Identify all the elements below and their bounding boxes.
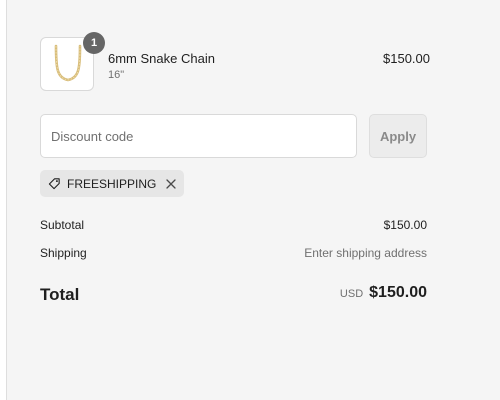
cart-line-item: 1 6mm Snake Chain 16" $150.00 xyxy=(40,32,430,93)
gold-chain-necklace-icon xyxy=(54,44,82,82)
product-thumbnail: 1 xyxy=(40,32,105,91)
order-summary-panel: 1 6mm Snake Chain 16" $150.00 Apply FREE… xyxy=(6,0,500,400)
discount-code-input[interactable] xyxy=(40,114,357,158)
price-tag-icon xyxy=(48,178,60,190)
shipping-value: Enter shipping address xyxy=(304,246,427,260)
subtotal-label: Subtotal xyxy=(40,218,85,232)
remove-discount-button[interactable] xyxy=(166,178,177,189)
close-icon xyxy=(166,178,177,189)
apply-discount-button[interactable]: Apply xyxy=(369,114,427,158)
total-price: USD $150.00 xyxy=(340,284,427,302)
quantity-badge: 1 xyxy=(83,32,105,54)
total-amount: $150.00 xyxy=(369,284,427,301)
product-variant: 16" xyxy=(108,69,125,81)
currency-code: USD xyxy=(339,288,364,300)
applied-discount-tag: FREESHIPPING xyxy=(40,170,185,197)
product-price: $150.00 xyxy=(383,51,430,66)
total-label: Total xyxy=(40,285,80,304)
product-name: 6mm Snake Chain xyxy=(108,51,215,66)
shipping-label: Shipping xyxy=(40,246,87,260)
subtotal-value: $150.00 xyxy=(383,218,427,232)
applied-discount-code: FREESHIPPING xyxy=(67,176,157,191)
